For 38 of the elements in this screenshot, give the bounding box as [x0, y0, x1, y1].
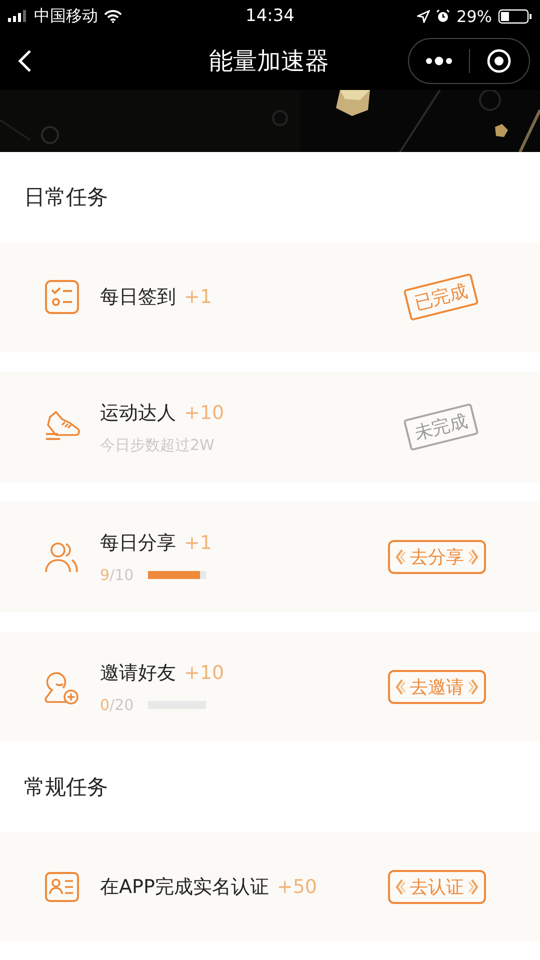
more-dots-icon: [424, 56, 454, 66]
points-reward: +1: [184, 532, 212, 554]
back-chevron-icon: [18, 49, 32, 73]
points-reward: +50: [276, 876, 318, 898]
completed-stamp: 已完成: [403, 273, 479, 321]
wifi-icon: [104, 10, 122, 22]
battery-percent: 29%: [456, 6, 492, 26]
incomplete-stamp: 未完成: [403, 403, 479, 451]
section-heading: 常规任务: [23, 774, 109, 801]
task-name: 每日签到: [100, 285, 176, 310]
add-user-icon: [44, 669, 80, 705]
double-chevron-left-icon: [394, 678, 406, 696]
signal-icon: [8, 10, 28, 22]
double-chevron-left-icon: [394, 548, 406, 566]
points-reward: +10: [184, 662, 224, 684]
battery-icon: [498, 8, 532, 24]
double-chevron-left-icon: [394, 878, 406, 896]
task-name: 在APP完成实名认证: [100, 875, 269, 900]
action-button[interactable]: 去认证: [388, 870, 486, 904]
clock-time: 14:34: [246, 6, 294, 26]
checklist-icon: [44, 279, 80, 315]
action-button[interactable]: 去邀请: [388, 670, 486, 704]
task-name: 每日分享: [100, 531, 176, 556]
action-button[interactable]: 去分享: [388, 540, 486, 574]
double-chevron-right-icon: [468, 878, 480, 896]
double-chevron-right-icon: [468, 678, 480, 696]
target-circle-icon: [486, 48, 512, 74]
points-reward: +10: [184, 402, 224, 424]
task-name: 运动达人: [100, 400, 176, 426]
task-name: 邀请好友: [100, 661, 176, 686]
points-reward: +1: [184, 286, 212, 308]
id-card-icon: [44, 869, 80, 905]
page-title: 能量加速器: [208, 46, 330, 77]
double-chevron-right-icon: [468, 548, 480, 566]
carrier-name: 中国移动: [34, 6, 98, 26]
alarm-clock-icon: [436, 9, 450, 23]
section-heading: 日常任务: [23, 184, 109, 211]
location-arrow-icon: [417, 10, 430, 22]
